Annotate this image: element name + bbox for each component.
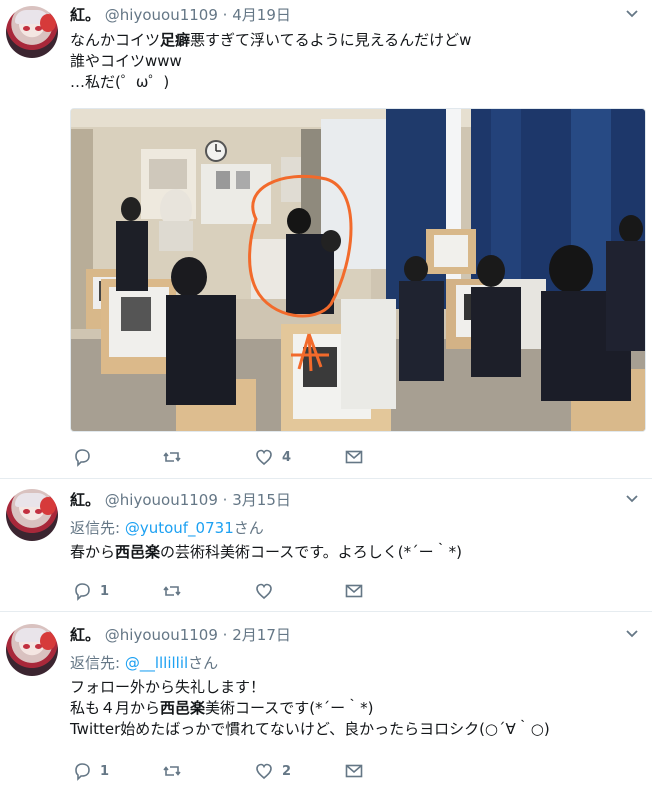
like-icon [256,449,272,466]
tweet-actions: 1 [70,580,390,602]
message-button[interactable] [344,580,364,602]
tweet-text: フォロー外から失礼します！ 私も４月から西邑楽美術コースです(*´ー｀*) Tw… [70,677,550,740]
tweet-3[interactable]: 紅。 @hiyouou1109 · 2月17日 返信先: @__lllillil… [0,612,652,804]
tweet-1[interactable]: 紅。 @hiyouou1109 · 4月19日 なんかコイツ足癖悪すぎて浮いてる… [0,0,652,479]
reply-button[interactable] [72,446,100,468]
reply-icon [75,449,90,467]
retweet-button[interactable] [162,760,190,782]
like-button[interactable]: 2 [254,760,291,782]
reply-button[interactable]: 1 [72,580,109,602]
reply-icon [75,763,90,781]
mention-link[interactable]: @yutouf_0731 [125,519,234,537]
tweet-line: 春から西邑楽の芸術科美術コースです。よろしく(*´ー｀*) [70,543,462,561]
avatar[interactable] [6,489,58,541]
user-handle[interactable]: @hiyouou1109 [105,6,218,24]
separator: · [222,491,228,509]
tweet-line: なんかコイツ足癖悪すぎて浮いてるように見えるんだけどw [70,31,472,49]
tweet-header: 紅。 @hiyouou1109 · 2月17日 [70,624,291,645]
avatar[interactable] [6,624,58,676]
like-button[interactable] [254,580,282,602]
reply-count: 1 [100,763,110,779]
tweet-photo[interactable] [70,108,646,432]
chevron-down-icon[interactable] [626,628,638,640]
tweet-date[interactable]: 2月17日 [232,626,291,644]
display-name[interactable]: 紅。 [70,6,100,24]
chevron-down-icon[interactable] [626,8,638,20]
chevron-down-icon[interactable] [626,493,638,505]
retweet-icon [163,766,181,776]
tweet-line: …私だ(゜ω゜) [70,73,170,91]
like-icon [256,583,272,600]
user-handle[interactable]: @hiyouou1109 [105,491,218,509]
display-name[interactable]: 紅。 [70,626,100,644]
mention-link[interactable]: @__lllillil [125,654,188,672]
tweet-line: Twitter始めたばっかで慣れてないけど、良かったらヨロシク(○´∀｀○) [70,720,550,738]
message-button[interactable] [344,760,364,782]
tweet-header: 紅。 @hiyouou1109 · 4月19日 [70,4,291,25]
retweet-icon [163,586,181,596]
retweet-button[interactable] [162,446,190,468]
tweet-date[interactable]: 3月15日 [232,491,291,509]
tweet-line: フォロー外から失礼します！ [70,678,266,696]
tweet-actions: 1 2 [70,760,390,782]
tweet-line: 私も４月から西邑楽美術コースです(*´ー｀*) [70,699,374,717]
reply-icon [75,583,90,601]
reply-context: 返信先: @__lllillilさん [70,654,219,672]
tweet-2[interactable]: 紅。 @hiyouou1109 · 3月15日 返信先: @yutouf_073… [0,479,652,612]
like-count: 2 [282,763,292,779]
retweet-icon [163,452,181,462]
like-icon [256,763,272,780]
tweet-text: なんかコイツ足癖悪すぎて浮いてるように見えるんだけどw 誰やコイツwww …私だ… [70,30,471,93]
tweet-actions: 4 [70,446,390,468]
message-icon [345,764,363,778]
like-button[interactable]: 4 [254,446,291,468]
message-button[interactable] [344,446,364,468]
reply-button[interactable]: 1 [72,760,109,782]
like-count: 4 [282,449,292,465]
reply-context: 返信先: @yutouf_0731さん [70,519,264,537]
display-name[interactable]: 紅。 [70,491,100,509]
separator: · [222,6,228,24]
message-icon [345,450,363,464]
tweet-header: 紅。 @hiyouou1109 · 3月15日 [70,489,291,510]
avatar[interactable] [6,6,58,58]
reply-count: 1 [100,583,110,599]
retweet-button[interactable] [162,580,190,602]
tweet-date[interactable]: 4月19日 [232,6,291,24]
tweet-line: 誰やコイツwww [70,52,182,70]
user-handle[interactable]: @hiyouou1109 [105,626,218,644]
message-icon [345,584,363,598]
tweet-text: 春から西邑楽の芸術科美術コースです。よろしく(*´ー｀*) [70,542,462,563]
separator: · [222,626,228,644]
classroom-photo [71,109,645,431]
